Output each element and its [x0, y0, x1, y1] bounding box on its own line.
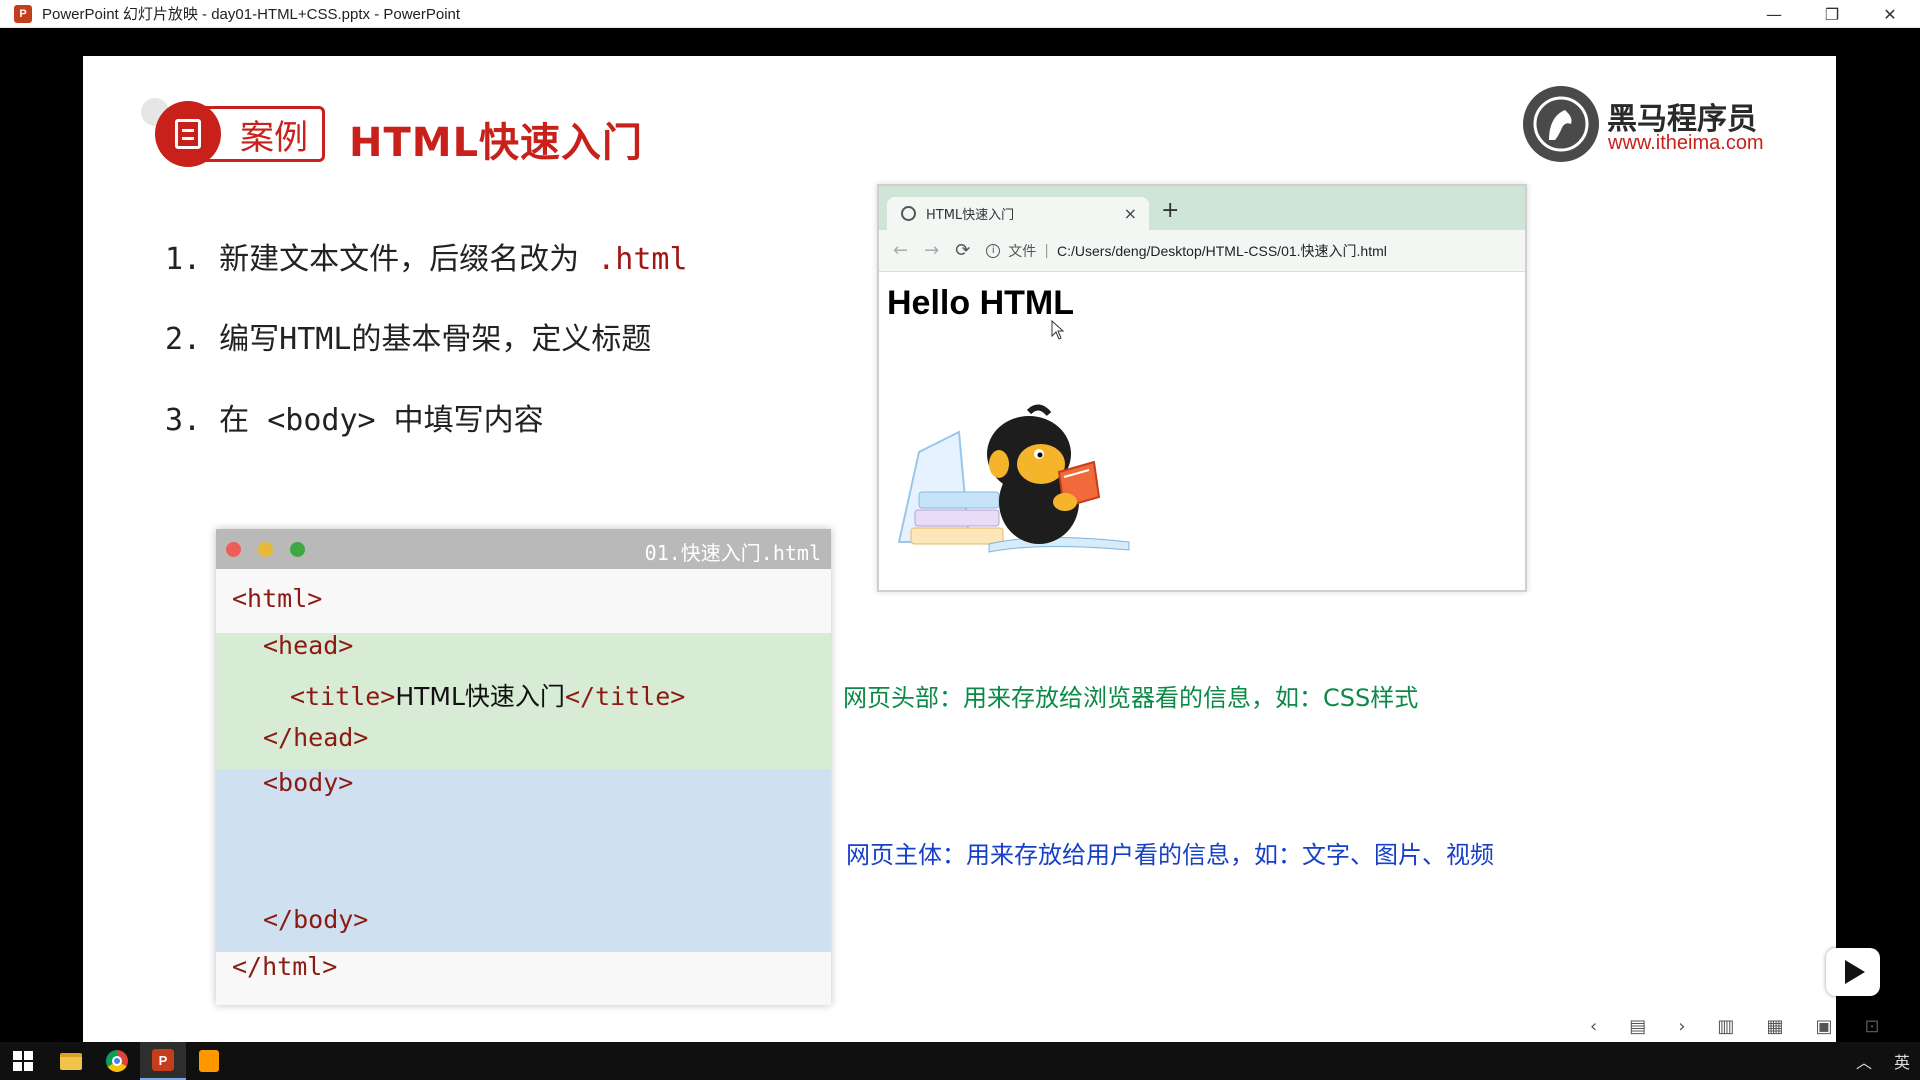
document-icon [155, 101, 221, 167]
close-button[interactable]: ✕ [1862, 0, 1918, 28]
code-editor-mockup: 01.快速入门.html <html> <head> <title>HTML快速… [216, 529, 831, 1005]
browser-tab[interactable]: HTML快速入门 × [887, 197, 1149, 230]
restore-button[interactable]: ❐ [1804, 0, 1860, 28]
slide-menu-icon[interactable]: ▤ [1629, 1016, 1646, 1037]
code-line: <head> [263, 631, 354, 660]
horse-logo-icon [1523, 86, 1599, 162]
ime-indicator[interactable]: 英 [1894, 1049, 1910, 1073]
previous-slide-icon[interactable]: ‹ [1590, 1016, 1597, 1037]
browser-tab-title: HTML快速入门 [926, 208, 1015, 223]
maximize-dot-icon [290, 542, 305, 557]
slide-title: HTML快速入门 [349, 120, 644, 166]
file-explorer-icon[interactable] [48, 1042, 94, 1080]
body-annotation: 网页主体：用来存放给用户看的信息，如：文字、图片、视频 [846, 841, 1494, 869]
code-line: </html> [232, 952, 338, 981]
code-line-title: <title>HTML快速入门</title> [290, 682, 686, 711]
tab-close-icon[interactable]: × [1124, 204, 1137, 223]
new-tab-icon[interactable]: + [1161, 198, 1179, 223]
system-tray: ︿ 英 [1856, 1042, 1910, 1080]
normal-view-icon[interactable]: ▥ [1717, 1016, 1734, 1037]
code-line: </body> [263, 905, 369, 934]
editor-filename: 01.快速入门.html [644, 541, 821, 565]
globe-icon [901, 206, 916, 221]
sublime-text-icon[interactable] [186, 1042, 232, 1080]
reading-view-icon[interactable]: ▣ [1815, 1016, 1832, 1037]
step-1-extension: .html [597, 242, 688, 277]
chrome-icon[interactable] [94, 1042, 140, 1080]
info-icon[interactable]: i [986, 243, 1001, 258]
back-arrow-icon[interactable]: ← [893, 240, 908, 261]
address-bar: ← → ⟳ i 文件 | C:/Users/deng/Desktop/HTML-… [879, 230, 1525, 272]
minimize-dot-icon [258, 542, 273, 557]
logo-url: www.itheima.com [1608, 132, 1764, 154]
browser-tabbar: HTML快速入门 × + [879, 186, 1525, 230]
step-1: 1. 新建文本文件，后缀名改为 .html [165, 234, 688, 278]
powerpoint-app-icon: P [14, 4, 32, 23]
window-titlebar: P PowerPoint 幻灯片放映 - day01-HTML+CSS.pptx… [0, 0, 1920, 28]
window-title: PowerPoint 幻灯片放映 - day01-HTML+CSS.pptx -… [42, 6, 461, 23]
mouse-cursor-icon [1051, 320, 1065, 340]
slideshow-stage: 案例 HTML快速入门 黑马程序员 www.itheima.com 1. 新建文… [0, 28, 1920, 1044]
head-annotation: 网页头部：用来存放给浏览器看的信息，如：CSS样式 [843, 684, 1419, 712]
step-2: 2. 编写HTML的基本骨架，定义标题 [165, 322, 652, 357]
tray-expand-icon[interactable]: ︿ [1856, 1049, 1872, 1073]
url-text[interactable]: C:/Users/deng/Desktop/HTML-CSS/01.快速入门.h… [1057, 241, 1387, 261]
reload-icon[interactable]: ⟳ [955, 240, 970, 261]
play-icon[interactable] [1826, 948, 1880, 996]
code-line: </head> [263, 723, 369, 752]
address-separator: | [1044, 242, 1049, 259]
step-3: 3. 在 <body> 中填写内容 [165, 403, 544, 438]
browser-mockup: HTML快速入门 × + ← → ⟳ i 文件 | C:/Users/deng/… [877, 184, 1527, 592]
code-line: <html> [232, 584, 323, 613]
close-dot-icon [226, 542, 241, 557]
next-slide-icon[interactable]: › [1678, 1016, 1685, 1037]
slideshow-view-icon[interactable]: ⊡ [1864, 1016, 1879, 1037]
case-badge-label: 案例 [240, 117, 308, 158]
taskbar: P ︿ 英 [0, 1042, 1920, 1080]
slide-sorter-icon[interactable]: ▦ [1766, 1016, 1783, 1037]
forward-arrow-icon[interactable]: → [924, 240, 939, 261]
step-1-text: 1. 新建文本文件，后缀名改为 [165, 242, 598, 277]
file-label: 文件 [1008, 243, 1037, 260]
editor-titlebar: 01.快速入门.html [216, 529, 831, 569]
code-line: <body> [263, 768, 354, 797]
page-heading: Hello HTML [887, 284, 1074, 322]
windows-start-icon[interactable] [0, 1042, 46, 1080]
minimize-button[interactable]: — [1746, 0, 1802, 28]
powerpoint-taskbar-icon[interactable]: P [140, 1042, 186, 1080]
reading-monkey-illustration [897, 404, 1130, 553]
slideshow-controls: ‹ ▤ › ▥ ▦ ▣ ⊡ [1590, 1016, 1880, 1037]
browser-content: Hello HTML [879, 272, 1525, 590]
slide[interactable]: 案例 HTML快速入门 黑马程序员 www.itheima.com 1. 新建文… [83, 56, 1836, 1044]
